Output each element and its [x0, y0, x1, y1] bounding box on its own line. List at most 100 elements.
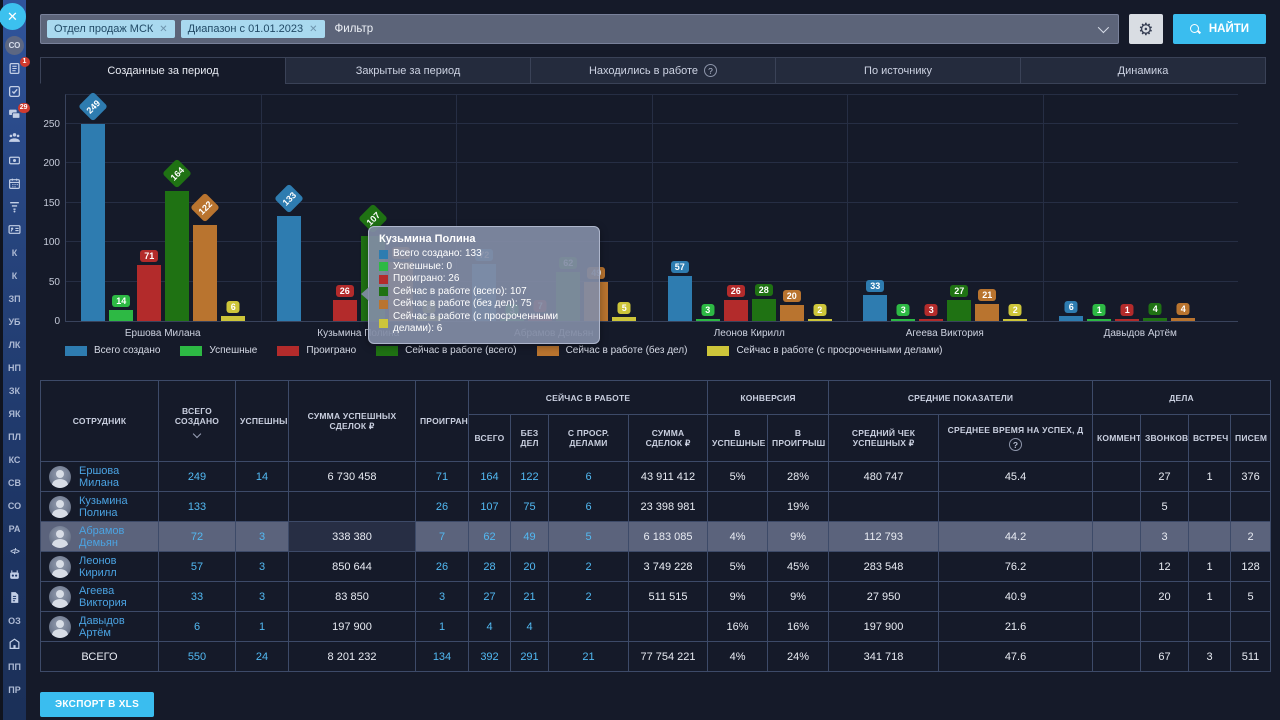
legend-item[interactable]: Всего создано [65, 345, 160, 356]
bar-5[interactable]: 20 [780, 305, 804, 321]
bar-2[interactable]: 1 [1087, 319, 1111, 321]
sort-caret-icon[interactable] [193, 429, 201, 437]
bar-5[interactable]: 4 [1171, 318, 1195, 321]
table-row[interactable]: Кузьмина Полина1332610775623 398 98119%5 [41, 492, 1271, 522]
bar-2[interactable]: 14 [109, 310, 133, 321]
search-button[interactable]: НАЙТИ [1173, 14, 1266, 44]
sidebar-item-lk[interactable]: ЛК [3, 333, 27, 356]
legend-item[interactable]: Сейчас в работе (без дел) [537, 345, 688, 356]
column-header[interactable]: СОТРУДНИК [41, 381, 159, 462]
employee-name-link[interactable]: Кузьмина Полина [79, 495, 154, 519]
column-header[interactable]: УСПЕШНЫЕ [236, 381, 289, 462]
sidebar-item-k[interactable]: К [3, 241, 27, 264]
bar-2[interactable]: 3 [696, 319, 720, 321]
filter-chip[interactable]: Диапазон с 01.01.2023✕ [181, 20, 325, 38]
column-header[interactable]: ДЕЛА [1093, 381, 1271, 415]
bar-4[interactable]: 27 [947, 300, 971, 321]
column-header[interactable]: КОНВЕРСИЯ [708, 381, 829, 415]
table-row[interactable]: Агеева Виктория33383 850327212511 5159%9… [41, 582, 1271, 612]
bar-3[interactable]: 71 [137, 265, 161, 321]
sub-column-header[interactable]: СРЕДНИЙ ЧЕК УСПЕШНЫХ ₽ [829, 415, 939, 462]
sub-column-header[interactable]: В УСПЕШНЫЕ [708, 415, 768, 462]
employee-name-link[interactable]: Ершова Милана [79, 465, 154, 489]
remove-chip-icon[interactable]: ✕ [159, 24, 167, 35]
bar-6[interactable]: 2 [808, 319, 832, 321]
column-header[interactable]: ПРОИГРАНО [416, 381, 469, 462]
sidebar-item-ra[interactable]: РА [3, 517, 27, 540]
bar-4[interactable]: 4 [1143, 318, 1167, 321]
sub-column-header[interactable]: ЗВОНКОВ [1141, 415, 1189, 462]
tab-5[interactable]: Динамика [1020, 57, 1266, 84]
bar-1[interactable]: 249 [81, 124, 105, 321]
sub-column-header[interactable]: СУММА СДЕЛОК ₽ [629, 415, 708, 462]
employee-name-link[interactable]: Абрамов Демьян [79, 525, 154, 549]
bar-6[interactable]: 2 [1003, 319, 1027, 321]
export-xls-button[interactable]: ЭКСПОРТ В XLS [40, 692, 154, 717]
legend-item[interactable]: Успешные [180, 345, 257, 356]
notes-icon[interactable]: 1 [3, 57, 27, 80]
bar-1[interactable]: 6 [1059, 316, 1083, 321]
tab-2[interactable]: Закрытые за период [285, 57, 531, 84]
sidebar-item-zk[interactable]: ЗК [3, 379, 27, 402]
help-icon[interactable]: ? [1009, 438, 1022, 451]
document-icon[interactable] [3, 586, 27, 609]
bar-3[interactable]: 26 [724, 300, 748, 321]
settings-button[interactable]: ⚙ [1129, 14, 1163, 44]
employee-name-link[interactable]: Леонов Кирилл [79, 555, 154, 579]
bar-3[interactable]: 3 [919, 319, 943, 321]
filter-chip[interactable]: Отдел продаж МСК✕ [47, 20, 175, 38]
sub-column-header[interactable]: ПИСЕМ [1231, 415, 1271, 462]
bar-5[interactable]: 122 [193, 225, 217, 321]
tab-1[interactable]: Созданные за период [40, 57, 286, 84]
sub-column-header[interactable]: БЕЗ ДЕЛ [511, 415, 549, 462]
bar-4[interactable]: 164 [165, 191, 189, 321]
bar-1[interactable]: 57 [668, 276, 692, 321]
sidebar-item-ub[interactable]: УБ [3, 310, 27, 333]
column-header[interactable]: ВСЕГО СОЗДАНО [159, 381, 236, 462]
tasks-icon[interactable] [3, 80, 27, 103]
sidebar-item-zp[interactable]: ЗП [3, 287, 27, 310]
bar-3[interactable]: 26 [333, 300, 357, 321]
bar-1[interactable]: 33 [863, 295, 887, 321]
table-row[interactable]: Леонов Кирилл573850 64426282023 749 2285… [41, 552, 1271, 582]
robot-icon[interactable] [3, 563, 27, 586]
legend-item[interactable]: Сейчас в работе (с просроченными делами) [707, 345, 942, 356]
legend-item[interactable]: Проиграно [277, 345, 356, 356]
bar-2[interactable]: 3 [891, 319, 915, 321]
table-row[interactable]: Абрамов Демьян723338 3807624956 183 0854… [41, 522, 1271, 552]
table-row[interactable]: Давыдов Артём61197 90014416%16%197 90021… [41, 612, 1271, 642]
sidebar-item-yak[interactable]: ЯК [3, 402, 27, 425]
column-header[interactable]: СУММА УСПЕШНЫХ СДЕЛОК ₽ [289, 381, 416, 462]
sub-column-header[interactable]: СРЕДНЕЕ ВРЕМЯ НА УСПЕХ, Д? [939, 415, 1093, 462]
payments-icon[interactable] [3, 149, 27, 172]
legend-item[interactable]: Сейчас в работе (всего) [376, 345, 516, 356]
code-icon[interactable]: </> [3, 540, 27, 563]
chat-icon[interactable]: 29 [3, 103, 27, 126]
funnel-icon[interactable] [3, 195, 27, 218]
employee-name-link[interactable]: Давыдов Артём [79, 615, 154, 639]
sub-column-header[interactable]: ВСТРЕЧ [1189, 415, 1231, 462]
bar-4[interactable]: 28 [752, 299, 776, 321]
calendar-icon[interactable] [3, 172, 27, 195]
chevron-down-icon[interactable] [1098, 22, 1109, 33]
sidebar-item-pp[interactable]: ПП [3, 655, 27, 678]
building-icon[interactable] [3, 632, 27, 655]
sub-column-header[interactable]: КОММЕНТ. [1093, 415, 1141, 462]
tab-4[interactable]: По источнику [775, 57, 1021, 84]
contacts-icon[interactable] [3, 126, 27, 149]
sidebar-item-oz[interactable]: ОЗ [3, 609, 27, 632]
workspace-avatar[interactable]: СО [3, 34, 27, 57]
sidebar-item-k2[interactable]: К [3, 264, 27, 287]
filter-bar[interactable]: Отдел продаж МСК✕Диапазон с 01.01.2023✕ … [40, 14, 1119, 44]
bar-1[interactable]: 133 [277, 216, 301, 321]
close-button[interactable]: ✕ [0, 3, 26, 30]
sidebar-item-so[interactable]: СО [3, 494, 27, 517]
sub-column-header[interactable]: В ПРОИГРЫШ [768, 415, 829, 462]
bar-3[interactable]: 1 [1115, 319, 1139, 321]
column-header[interactable]: СРЕДНИЕ ПОКАЗАТЕЛИ [829, 381, 1093, 415]
column-header[interactable]: СЕЙЧАС В РАБОТЕ [469, 381, 708, 415]
id-card-icon[interactable] [3, 218, 27, 241]
employee-name-link[interactable]: Агеева Виктория [79, 585, 154, 609]
bar-5[interactable]: 21 [975, 304, 999, 321]
sidebar-item-pr[interactable]: ПР [3, 678, 27, 701]
